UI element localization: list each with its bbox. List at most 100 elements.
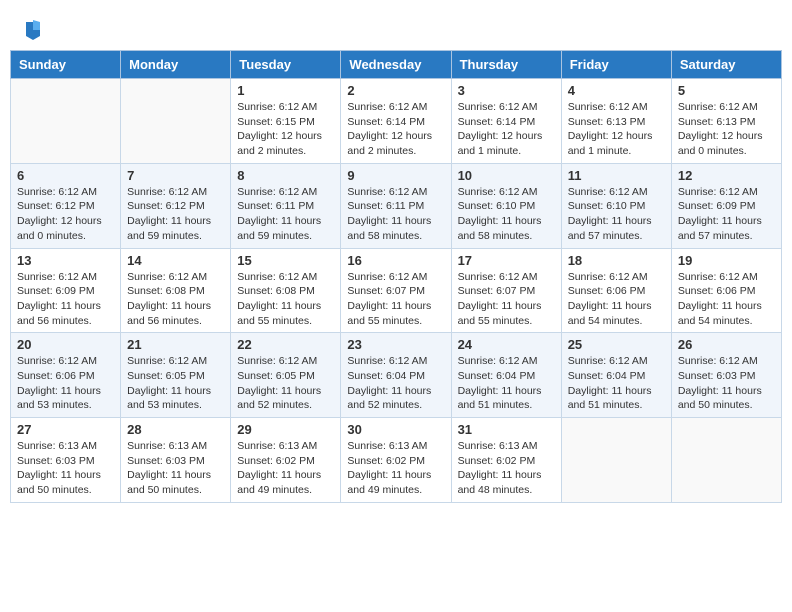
calendar-week-4: 20 Sunrise: 6:12 AM Sunset: 6:06 PM Dayli… <box>11 333 782 418</box>
calendar-table: SundayMondayTuesdayWednesdayThursdayFrid… <box>10 50 782 503</box>
day-number: 22 <box>237 337 334 352</box>
day-number: 5 <box>678 83 775 98</box>
calendar-cell: 12 Sunrise: 6:12 AM Sunset: 6:09 PM Dayli… <box>671 163 781 248</box>
calendar-cell: 14Sunrise: 6:12 AM Sunset: 6:08 PM Dayli… <box>121 248 231 333</box>
day-detail: Sunrise: 6:12 AM Sunset: 6:10 PM Dayligh… <box>458 185 555 244</box>
day-number: 15 <box>237 253 334 268</box>
calendar-cell: 22Sunrise: 6:12 AM Sunset: 6:05 PM Dayli… <box>231 333 341 418</box>
calendar-cell: 9 Sunrise: 6:12 AM Sunset: 6:11 PM Daylig… <box>341 163 451 248</box>
calendar-cell <box>671 418 781 503</box>
calendar-cell: 5 Sunrise: 6:12 AM Sunset: 6:13 PM Daylig… <box>671 79 781 164</box>
calendar-week-5: 27 Sunrise: 6:13 AM Sunset: 6:03 PM Dayli… <box>11 418 782 503</box>
day-number: 30 <box>347 422 444 437</box>
calendar-cell: 3 Sunrise: 6:12 AM Sunset: 6:14 PM Daylig… <box>451 79 561 164</box>
calendar-cell: 15 Sunrise: 6:12 AM Sunset: 6:08 PM Dayli… <box>231 248 341 333</box>
day-detail: Sunrise: 6:12 AM Sunset: 6:04 PM Dayligh… <box>568 354 665 413</box>
calendar-cell: 24 Sunrise: 6:12 AM Sunset: 6:04 PM Dayli… <box>451 333 561 418</box>
calendar-header-thursday: Thursday <box>451 51 561 79</box>
day-detail: Sunrise: 6:12 AM Sunset: 6:13 PM Dayligh… <box>568 100 665 159</box>
calendar-header-saturday: Saturday <box>671 51 781 79</box>
day-number: 26 <box>678 337 775 352</box>
day-detail: Sunrise: 6:12 AM Sunset: 6:06 PM Dayligh… <box>17 354 114 413</box>
day-detail: Sunrise: 6:12 AM Sunset: 6:10 PM Dayligh… <box>568 185 665 244</box>
day-number: 2 <box>347 83 444 98</box>
day-number: 28 <box>127 422 224 437</box>
day-detail: Sunrise: 6:12 AM Sunset: 6:05 PM Dayligh… <box>127 354 224 413</box>
day-number: 9 <box>347 168 444 183</box>
calendar-cell: 25 Sunrise: 6:12 AM Sunset: 6:04 PM Dayli… <box>561 333 671 418</box>
calendar-cell: 8 Sunrise: 6:12 AM Sunset: 6:11 PM Daylig… <box>231 163 341 248</box>
logo <box>20 18 42 40</box>
day-number: 21 <box>127 337 224 352</box>
calendar-header-sunday: Sunday <box>11 51 121 79</box>
calendar-cell: 20 Sunrise: 6:12 AM Sunset: 6:06 PM Dayli… <box>11 333 121 418</box>
day-detail: Sunrise: 6:12 AM Sunset: 6:08 PM Dayligh… <box>127 270 224 329</box>
day-detail: Sunrise: 6:12 AM Sunset: 6:12 PM Dayligh… <box>17 185 114 244</box>
day-number: 25 <box>568 337 665 352</box>
day-detail: Sunrise: 6:12 AM Sunset: 6:14 PM Dayligh… <box>458 100 555 159</box>
day-number: 24 <box>458 337 555 352</box>
calendar-cell: 1Sunrise: 6:12 AM Sunset: 6:15 PM Daylig… <box>231 79 341 164</box>
calendar-cell: 31Sunrise: 6:13 AM Sunset: 6:02 PM Dayli… <box>451 418 561 503</box>
calendar-cell: 11 Sunrise: 6:12 AM Sunset: 6:10 PM Dayli… <box>561 163 671 248</box>
day-detail: Sunrise: 6:12 AM Sunset: 6:06 PM Dayligh… <box>678 270 775 329</box>
day-detail: Sunrise: 6:12 AM Sunset: 6:04 PM Dayligh… <box>458 354 555 413</box>
day-number: 12 <box>678 168 775 183</box>
calendar-week-2: 6 Sunrise: 6:12 AM Sunset: 6:12 PM Daylig… <box>11 163 782 248</box>
day-number: 23 <box>347 337 444 352</box>
calendar-cell: 23 Sunrise: 6:12 AM Sunset: 6:04 PM Dayli… <box>341 333 451 418</box>
calendar-cell: 10 Sunrise: 6:12 AM Sunset: 6:10 PM Dayli… <box>451 163 561 248</box>
calendar-cell: 28Sunrise: 6:13 AM Sunset: 6:03 PM Dayli… <box>121 418 231 503</box>
day-detail: Sunrise: 6:12 AM Sunset: 6:06 PM Dayligh… <box>568 270 665 329</box>
calendar-cell: 6 Sunrise: 6:12 AM Sunset: 6:12 PM Daylig… <box>11 163 121 248</box>
calendar-header-row: SundayMondayTuesdayWednesdayThursdayFrid… <box>11 51 782 79</box>
calendar-cell: 4Sunrise: 6:12 AM Sunset: 6:13 PM Daylig… <box>561 79 671 164</box>
calendar-cell: 29 Sunrise: 6:13 AM Sunset: 6:02 PM Dayli… <box>231 418 341 503</box>
day-detail: Sunrise: 6:12 AM Sunset: 6:03 PM Dayligh… <box>678 354 775 413</box>
day-detail: Sunrise: 6:12 AM Sunset: 6:11 PM Dayligh… <box>237 185 334 244</box>
day-number: 3 <box>458 83 555 98</box>
calendar-cell: 2 Sunrise: 6:12 AM Sunset: 6:14 PM Daylig… <box>341 79 451 164</box>
day-detail: Sunrise: 6:12 AM Sunset: 6:12 PM Dayligh… <box>127 185 224 244</box>
day-detail: Sunrise: 6:12 AM Sunset: 6:14 PM Dayligh… <box>347 100 444 159</box>
calendar-cell: 26 Sunrise: 6:12 AM Sunset: 6:03 PM Dayli… <box>671 333 781 418</box>
calendar-cell: 13 Sunrise: 6:12 AM Sunset: 6:09 PM Dayli… <box>11 248 121 333</box>
calendar-cell <box>561 418 671 503</box>
day-detail: Sunrise: 6:12 AM Sunset: 6:09 PM Dayligh… <box>17 270 114 329</box>
day-detail: Sunrise: 6:12 AM Sunset: 6:08 PM Dayligh… <box>237 270 334 329</box>
calendar-cell: 16 Sunrise: 6:12 AM Sunset: 6:07 PM Dayli… <box>341 248 451 333</box>
calendar-header-monday: Monday <box>121 51 231 79</box>
calendar-week-3: 13 Sunrise: 6:12 AM Sunset: 6:09 PM Dayli… <box>11 248 782 333</box>
day-number: 29 <box>237 422 334 437</box>
page-header <box>10 10 782 44</box>
day-detail: Sunrise: 6:12 AM Sunset: 6:07 PM Dayligh… <box>347 270 444 329</box>
calendar-cell: 27 Sunrise: 6:13 AM Sunset: 6:03 PM Dayli… <box>11 418 121 503</box>
day-detail: Sunrise: 6:12 AM Sunset: 6:11 PM Dayligh… <box>347 185 444 244</box>
calendar-cell: 30Sunrise: 6:13 AM Sunset: 6:02 PM Dayli… <box>341 418 451 503</box>
day-detail: Sunrise: 6:13 AM Sunset: 6:02 PM Dayligh… <box>237 439 334 498</box>
day-detail: Sunrise: 6:13 AM Sunset: 6:03 PM Dayligh… <box>17 439 114 498</box>
logo-icon <box>24 18 42 40</box>
day-number: 16 <box>347 253 444 268</box>
calendar-cell <box>121 79 231 164</box>
day-number: 8 <box>237 168 334 183</box>
day-number: 13 <box>17 253 114 268</box>
day-number: 27 <box>17 422 114 437</box>
calendar-cell <box>11 79 121 164</box>
day-number: 17 <box>458 253 555 268</box>
day-number: 6 <box>17 168 114 183</box>
calendar-week-1: 1Sunrise: 6:12 AM Sunset: 6:15 PM Daylig… <box>11 79 782 164</box>
day-number: 10 <box>458 168 555 183</box>
day-detail: Sunrise: 6:12 AM Sunset: 6:07 PM Dayligh… <box>458 270 555 329</box>
calendar-cell: 7 Sunrise: 6:12 AM Sunset: 6:12 PM Daylig… <box>121 163 231 248</box>
day-detail: Sunrise: 6:12 AM Sunset: 6:13 PM Dayligh… <box>678 100 775 159</box>
day-number: 11 <box>568 168 665 183</box>
calendar-cell: 19Sunrise: 6:12 AM Sunset: 6:06 PM Dayli… <box>671 248 781 333</box>
day-detail: Sunrise: 6:12 AM Sunset: 6:09 PM Dayligh… <box>678 185 775 244</box>
day-number: 18 <box>568 253 665 268</box>
day-number: 20 <box>17 337 114 352</box>
calendar-cell: 21 Sunrise: 6:12 AM Sunset: 6:05 PM Dayli… <box>121 333 231 418</box>
day-detail: Sunrise: 6:12 AM Sunset: 6:04 PM Dayligh… <box>347 354 444 413</box>
day-number: 7 <box>127 168 224 183</box>
day-number: 31 <box>458 422 555 437</box>
